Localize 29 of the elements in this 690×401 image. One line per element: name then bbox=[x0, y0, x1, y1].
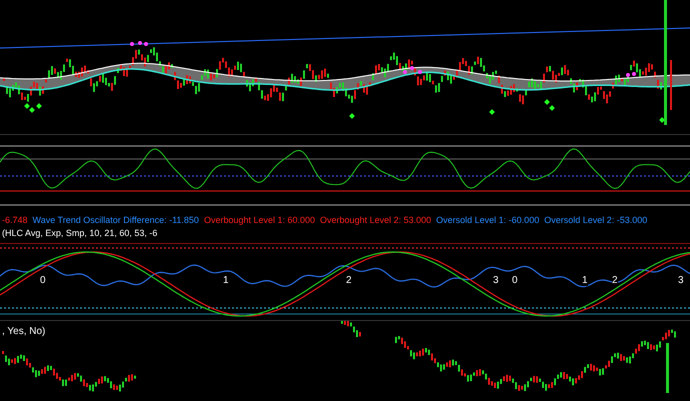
legend-text: Overbought Level 1: 60.000 bbox=[204, 215, 316, 226]
wave-count-label: 3 bbox=[493, 276, 499, 286]
diamond-marker bbox=[349, 113, 355, 119]
wave-count-label: 0 bbox=[40, 276, 46, 286]
wave-count-label: 2 bbox=[346, 276, 352, 286]
candlestick bbox=[670, 60, 672, 110]
legend-text: -6.748 bbox=[2, 215, 28, 226]
wave-count-label: 0 bbox=[512, 276, 518, 286]
signal-dot bbox=[632, 72, 636, 76]
legend-text: Oversold Level 2: -53.000 bbox=[544, 215, 648, 226]
diamond-marker bbox=[659, 117, 665, 123]
signal-dot bbox=[626, 73, 630, 77]
wave-count-label: 3 bbox=[678, 276, 684, 286]
signal-dot bbox=[144, 42, 148, 46]
legend-text: (HLC Avg, Exp, Smp, 10, 21, 60, 53, -6 bbox=[2, 228, 158, 239]
wave-count-label: 1 bbox=[582, 276, 588, 286]
histogram-bar bbox=[666, 343, 669, 393]
indicator-legend: , Yes, No) bbox=[2, 327, 46, 337]
legend-text: Oversold Level 1: -60.000 bbox=[436, 215, 540, 226]
legend-text: Wave Trend Oscillator Difference: -11.850 bbox=[32, 215, 199, 226]
legend-text: Overbought Level 2: 53.000 bbox=[320, 215, 432, 226]
signal-dot bbox=[403, 70, 407, 74]
wave-count-label: 2 bbox=[612, 276, 618, 286]
wave-count-label: 1 bbox=[223, 276, 229, 286]
diamond-marker bbox=[489, 109, 495, 115]
signal-dot bbox=[418, 70, 422, 74]
signal-dot bbox=[410, 66, 414, 70]
signal-dot bbox=[138, 41, 142, 45]
signal-dot bbox=[130, 42, 134, 46]
